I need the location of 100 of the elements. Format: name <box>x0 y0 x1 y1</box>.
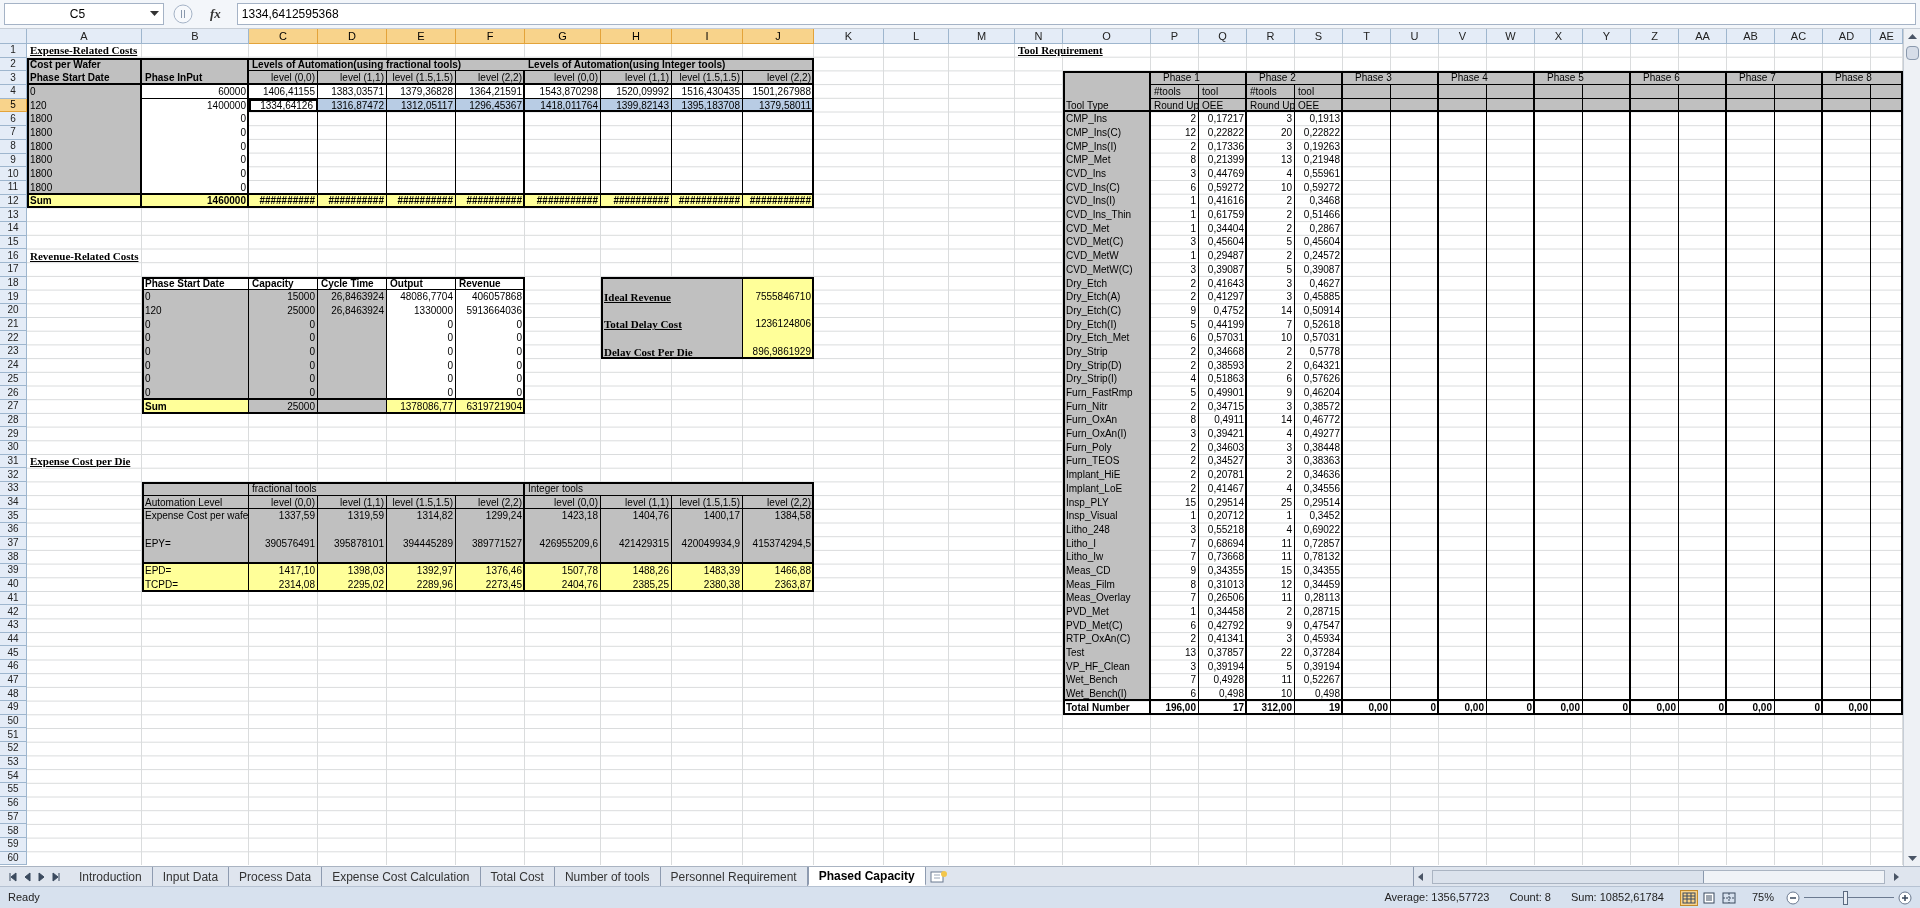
row-header[interactable]: 4 <box>0 85 27 99</box>
table-cell-text: 2 <box>1189 276 1197 291</box>
row-header[interactable]: 29 <box>0 427 27 441</box>
table-cell-text: 5 <box>1285 263 1293 277</box>
grid-view-icon[interactable] <box>1679 889 1698 906</box>
previous-sheet-icon[interactable] <box>22 870 33 883</box>
row-header[interactable]: 45 <box>0 646 27 660</box>
column-header[interactable]: K <box>814 29 884 44</box>
row-header[interactable]: 20 <box>0 304 27 318</box>
row-header[interactable]: 26 <box>0 386 27 400</box>
row-header[interactable]: 13 <box>0 208 27 222</box>
row-header[interactable]: 6 <box>0 112 27 127</box>
row-header-cell: Litho_Iw <box>1063 550 1151 565</box>
zoom-slider[interactable] <box>1804 890 1894 905</box>
table-cell: 1376,46 <box>456 564 525 578</box>
table-cell-text: 0,22822 <box>1206 126 1245 140</box>
column-header[interactable]: G <box>525 29 601 44</box>
column-header[interactable]: AA <box>1679 29 1727 44</box>
column-header[interactable]: W <box>1487 29 1535 44</box>
column-header[interactable]: L <box>884 29 949 44</box>
column-header[interactable]: AE <box>1871 29 1903 44</box>
table-cell: 0 <box>142 345 249 359</box>
table-cell-text: 0,17336 <box>1206 139 1245 154</box>
table-cell-text: 0,41341 <box>1206 632 1245 647</box>
row-header[interactable]: 33 <box>0 482 27 496</box>
column-header[interactable]: Y <box>1583 29 1631 44</box>
column-header[interactable]: AB <box>1727 29 1775 44</box>
last-sheet-icon[interactable] <box>50 870 61 883</box>
column-header[interactable]: Q <box>1199 29 1247 44</box>
table-cell: 0 <box>456 331 525 346</box>
column-header[interactable]: E <box>387 29 456 44</box>
page-break-view-icon[interactable] <box>1719 889 1738 906</box>
column-header[interactable]: T <box>1343 29 1391 44</box>
column-header[interactable]: S <box>1295 29 1343 44</box>
column-header[interactable]: R <box>1247 29 1295 44</box>
column-header[interactable]: I <box>672 29 743 44</box>
column-header[interactable]: B <box>142 29 249 44</box>
row-header[interactable]: 23 <box>0 345 27 359</box>
row-header-cell: CMP_Ins <box>1063 112 1151 127</box>
row-header[interactable]: 38 <box>0 550 27 565</box>
row-header-cell: Dry_Etch(A) <box>1063 290 1151 305</box>
row-header[interactable]: 32 <box>0 468 27 482</box>
table-cell-text: 7 <box>1285 317 1293 332</box>
column-header[interactable]: M <box>949 29 1015 44</box>
row-header[interactable]: 58 <box>0 824 27 838</box>
row-header[interactable]: 54 <box>0 769 27 784</box>
table-cell-text: 0,39421 <box>1206 427 1245 441</box>
zoom-out-icon[interactable] <box>1786 890 1800 905</box>
column-header[interactable]: Z <box>1631 29 1679 44</box>
column-header[interactable]: U <box>1391 29 1439 44</box>
row-header[interactable]: 51 <box>0 728 27 743</box>
function-button[interactable]: fx <box>202 4 229 24</box>
column-header[interactable]: O <box>1063 29 1151 44</box>
column-header[interactable]: D <box>318 29 387 44</box>
row-header[interactable]: 48 <box>0 687 27 701</box>
table-cell: 0 <box>142 331 249 346</box>
row-header[interactable]: 22 <box>0 331 27 346</box>
column-header[interactable]: N <box>1015 29 1063 44</box>
row-header[interactable]: 55 <box>0 783 27 797</box>
column-header[interactable]: J <box>743 29 814 44</box>
row-header[interactable]: 49 <box>0 701 27 715</box>
row-header[interactable]: 17 <box>0 263 27 277</box>
column-header[interactable]: AD <box>1823 29 1871 44</box>
row-header[interactable]: 36 <box>0 523 27 537</box>
scrollbar-thumb[interactable] <box>1905 46 1919 60</box>
sheet-tab[interactable]: Phased Capacity <box>807 867 926 886</box>
column-header[interactable]: P <box>1151 29 1199 44</box>
row-header[interactable]: 52 <box>0 742 27 756</box>
scrollbar-thumb[interactable] <box>1433 870 1704 883</box>
table-cell-text: 0,39087 <box>1302 263 1341 277</box>
row-header[interactable]: 19 <box>0 290 27 305</box>
first-sheet-icon[interactable] <box>8 870 19 883</box>
row-header[interactable]: 35 <box>0 509 27 524</box>
column-header[interactable]: H <box>601 29 672 44</box>
table-cell-text: 3 <box>1189 427 1197 441</box>
slider-thumb[interactable] <box>1842 890 1848 905</box>
name-box[interactable]: C5 <box>4 3 164 25</box>
row-header[interactable]: 16 <box>0 249 27 263</box>
table-cell: 1383,03571 <box>318 85 387 99</box>
formula-field[interactable]: 1334,6412595368 <box>236 3 1916 25</box>
row-header[interactable]: 39 <box>0 564 27 578</box>
table-cell-text: 4 <box>1285 167 1293 181</box>
row-header[interactable]: 42 <box>0 605 27 619</box>
row-header[interactable]: 7 <box>0 126 27 140</box>
table-cell-text: 0,68694 <box>1206 536 1245 551</box>
table-cell: 0 <box>387 345 456 359</box>
column-header[interactable]: A <box>27 29 142 44</box>
splitter-handle-icon[interactable] <box>172 3 194 25</box>
column-header[interactable]: AC <box>1775 29 1823 44</box>
row-header-cell: CVD_Ins <box>1063 167 1151 181</box>
zoom-in-icon[interactable] <box>1898 890 1912 905</box>
column-header[interactable]: X <box>1535 29 1583 44</box>
next-sheet-icon[interactable] <box>36 870 47 883</box>
row-header[interactable]: 10 <box>0 167 27 181</box>
row-header[interactable]: 1 <box>0 44 27 58</box>
vertical-scrollbar[interactable] <box>1903 29 1920 866</box>
column-header[interactable]: V <box>1439 29 1487 44</box>
column-header[interactable]: F <box>456 29 525 44</box>
row-header[interactable]: 3 <box>0 71 27 86</box>
column-header[interactable]: C <box>249 29 318 44</box>
